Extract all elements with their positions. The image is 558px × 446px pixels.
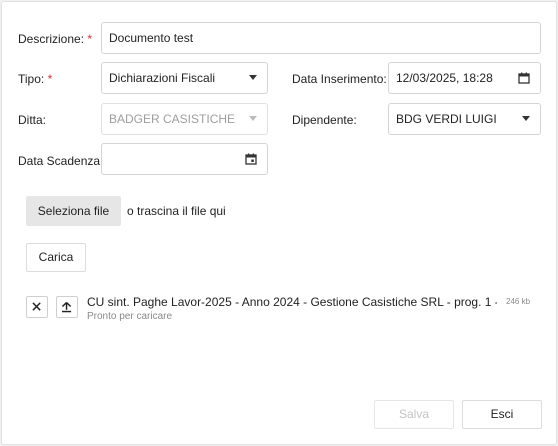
required-mark: * [47, 72, 53, 86]
tipo-label: Tipo: * [18, 72, 53, 86]
data-inserimento-label: Data Inserimento: [292, 72, 387, 86]
descrizione-label: Descrizione: * [18, 32, 93, 46]
save-button[interactable]: Salva [374, 400, 454, 429]
dipendente-label: Dipendente: [292, 113, 357, 127]
remove-file-button[interactable] [26, 296, 48, 318]
tipo-select[interactable]: Dichiarazioni Fiscali [101, 62, 268, 94]
upload-file-button[interactable] [56, 296, 78, 318]
exit-button[interactable]: Esci [462, 400, 542, 429]
chevron-down-icon [522, 116, 530, 121]
ditta-select: BADGER CASISTICHE S. ... [101, 103, 268, 135]
required-mark: * [87, 32, 93, 46]
upload-icon [61, 301, 72, 313]
descrizione-input[interactable]: Documento test [101, 22, 541, 54]
ditta-label: Ditta: [18, 113, 47, 127]
file-status: Pronto per caricare [87, 311, 173, 322]
dipendente-select[interactable]: BDG VERDI LUIGI [388, 103, 541, 135]
data-scadenza-label: Data Scadenza: [18, 154, 104, 168]
calendar-icon[interactable] [518, 72, 530, 84]
drop-hint: o trascina il file qui [127, 204, 226, 218]
chevron-down-icon [249, 116, 257, 121]
file-size: 246 kb [506, 297, 531, 306]
chevron-down-icon [249, 75, 257, 80]
file-name: CU sint. Paghe Lavor-2025 - Anno 2024 - … [87, 295, 497, 309]
close-icon [32, 302, 41, 311]
document-dialog: Descrizione: * Documento test Tipo: * Di… [1, 1, 557, 445]
upload-button[interactable]: Carica [26, 243, 86, 272]
calendar-icon[interactable] [245, 153, 257, 165]
data-scadenza-input[interactable] [101, 143, 268, 175]
select-file-button[interactable]: Seleziona file [26, 196, 121, 226]
data-inserimento-input[interactable]: 12/03/2025, 18:28 [388, 62, 541, 94]
